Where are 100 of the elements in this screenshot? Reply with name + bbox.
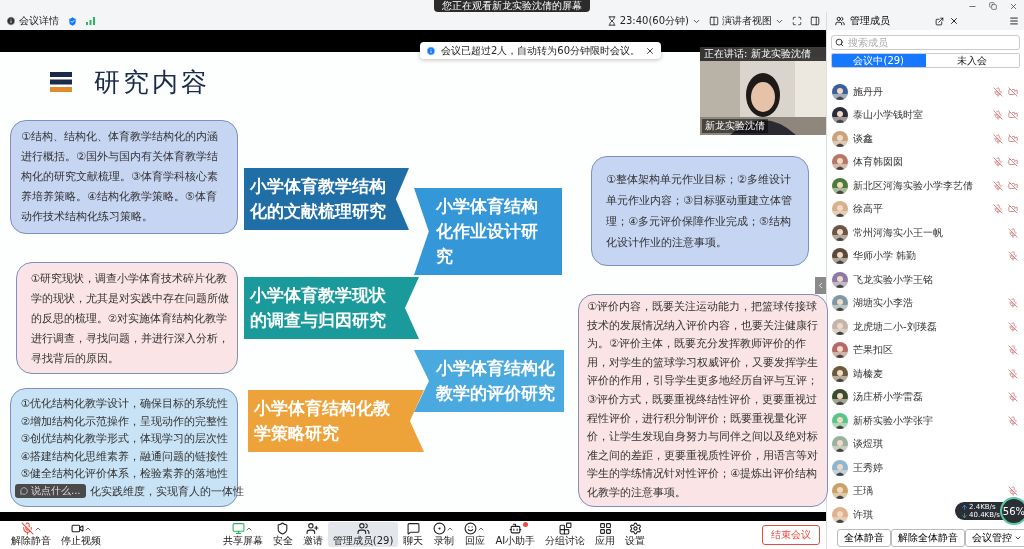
topic-banner: 小学体育教学结构化的文献梳理研究 <box>244 168 409 230</box>
layout-icon <box>709 16 719 26</box>
panel-button[interactable]: 解除全体静音 <box>891 529 965 547</box>
member-name: 泰山小学钱时室 <box>853 108 923 123</box>
speaker-name: 新龙实验沈倩 <box>702 119 768 133</box>
text-line: ③创优结构化教学形式，体现学习的层次性 <box>21 431 227 446</box>
mic-off-icon[interactable] <box>1008 321 1018 332</box>
mic-off-icon[interactable] <box>993 157 1003 168</box>
video-icon <box>70 522 84 535</box>
camera-off-icon[interactable] <box>1008 204 1018 215</box>
info-icon <box>6 16 16 26</box>
toolbar-button[interactable]: 聊天 <box>398 522 429 547</box>
camera-off-icon[interactable] <box>1008 86 1018 97</box>
member-name: 龙虎塘二小-刘瑛磊 <box>853 319 937 334</box>
toolbar-button[interactable]: 录制 <box>428 522 460 547</box>
robot-icon <box>508 522 522 535</box>
toolbar-button[interactable]: 应用 <box>590 522 621 547</box>
users-icon <box>356 522 370 535</box>
info-icon <box>426 45 436 56</box>
toolbar-button[interactable]: 解除静音 <box>6 522 56 547</box>
bars-icon <box>50 72 72 92</box>
record-icon <box>433 522 447 535</box>
chat-field[interactable]: 说点什么... <box>15 484 86 499</box>
fullscreen-icon[interactable] <box>792 16 802 26</box>
member-name: 新桥实验小学张宇 <box>853 413 933 428</box>
mic-off-icon[interactable] <box>993 110 1003 121</box>
camera-off-icon[interactable] <box>1008 110 1018 121</box>
toolbar-button[interactable]: 管理成员(29) <box>327 522 399 547</box>
text-box: ①整体架构单元作业目标；②多维设计单元作业内容；③目标驱动重建立体管理；④多元评价保障作业完成；⑤结构化设计作业的注意事项。 <box>591 156 809 266</box>
search-field[interactable]: 搜索成员 <box>831 35 1020 50</box>
text-box: ①评价内容，既要关注运动能力，把篮球传接球技术的发展情况纳入评价内容，也要关注健康行为。②评价主体，既要充分发挥教师评价的作用，对学生的篮球学习权威评价，又要发挥学生评价的作用，引导学生更多地经历自评与互评；③评价方式，既要重视终结性评价，更要重视过程性评价，进行积分制评价；既要重视量化评价，让学生发现自身努力与同伴之间以及绝对标准之间的差距，更要重视质性评价，用语言等对学生的学练情况针对性评价；④提炼出评价结构化教学的注意事项。 <box>578 294 828 507</box>
member-name: 靖榛麦 <box>853 366 883 381</box>
camera-off-icon[interactable] <box>1008 180 1018 191</box>
member-name: 汤庄桥小学雷磊 <box>853 390 923 405</box>
speaking-label: 正在讲话: 新龙实验沈倩 <box>700 47 826 61</box>
smiley-icon <box>464 522 478 535</box>
member-name: 新北区河海实验小学李艺倩 <box>853 178 973 193</box>
search-icon <box>835 38 844 47</box>
shield-icon[interactable] <box>67 15 78 27</box>
mic-off-icon[interactable] <box>1008 415 1018 426</box>
topic-banner: 小学体育结构化教学的评价研究 <box>414 350 564 412</box>
pop-out-icon[interactable] <box>935 16 944 26</box>
download-icon <box>961 511 968 519</box>
member-name: 许琪 <box>853 507 873 522</box>
camera-off-icon[interactable] <box>1008 133 1018 144</box>
settings-icon <box>628 522 642 535</box>
topic-banner: 小学体育结构化教学策略研究 <box>248 390 424 452</box>
camera-off-icon[interactable] <box>1008 157 1018 168</box>
member-name: 王秀婷 <box>853 460 883 475</box>
toolbar-button[interactable]: 停止视频 <box>56 522 106 547</box>
mic-off-icon[interactable] <box>1008 227 1018 238</box>
monitor-icon <box>232 522 246 535</box>
mic-off-icon[interactable] <box>1008 486 1018 497</box>
text-line: ①优化结构化教学设计，确保目标的系统性 <box>21 396 227 411</box>
mic-off-icon[interactable] <box>1008 368 1018 379</box>
mic-off-icon[interactable] <box>993 86 1003 97</box>
topic-banner: 小学体育教学现状的调查与归因研究 <box>244 277 419 339</box>
grid-icon <box>598 522 612 535</box>
video-tile[interactable]: 正在讲话: 新龙实验沈倩 新龙实验沈倩 <box>700 47 826 135</box>
restore-icon[interactable] <box>989 2 997 10</box>
meeting-info-button[interactable]: 会议详情 <box>6 14 59 28</box>
sidebar-icon[interactable] <box>810 16 820 26</box>
mic-off-icon[interactable] <box>1008 392 1018 403</box>
panel-button[interactable]: 会议管控 <box>965 529 1024 547</box>
panel-button[interactable]: 全体静音 <box>837 529 891 547</box>
toolbar-button[interactable]: 共享屏幕 <box>217 522 268 547</box>
hourglass-icon <box>606 16 617 26</box>
mic-off-icon[interactable] <box>993 133 1003 144</box>
toolbar-button[interactable]: AI小助手 <box>490 522 541 547</box>
mic-off-icon[interactable] <box>993 204 1003 215</box>
toolbar-button[interactable]: 邀请 <box>297 522 328 547</box>
mic-off-icon[interactable] <box>1008 251 1018 262</box>
menu-icon[interactable] <box>1009 16 1019 26</box>
mic-off-icon <box>20 522 34 535</box>
collapse-button[interactable] <box>815 277 826 294</box>
timer-button[interactable]: 23:40(60分钟) <box>606 14 701 28</box>
toolbar-button[interactable]: 设置 <box>620 522 651 547</box>
upload-icon <box>961 503 968 511</box>
toolbar-button[interactable]: 分组讨论 <box>540 522 591 547</box>
text-box: ①研究现状，调查小学体育技术碎片化教学的现状，尤其是对实践中存在问题所做的反思的梳理。②对实施体育结构化教学进行调查，寻找问题，并进行深入分析，寻找背后的原因。 <box>16 262 238 374</box>
member-name: 湖塘实小李浩 <box>853 296 913 311</box>
view-button[interactable]: 演讲者视图 <box>709 14 784 28</box>
toolbar-button[interactable]: 安全 <box>267 522 298 547</box>
tab[interactable]: 会议中(29) <box>832 54 926 67</box>
member-name: 芒果扣区 <box>853 343 893 358</box>
mic-off-icon[interactable] <box>1008 298 1018 309</box>
notice-text: 会议已超过2人，自动转为60分钟限时会议。 <box>441 43 641 58</box>
screen-share-notice: 您正在观看新龙实验沈倩的屏幕 <box>434 0 590 12</box>
shield-icon <box>276 522 290 535</box>
close-icon[interactable] <box>949 16 959 26</box>
toolbar-button[interactable]: 回应 <box>459 522 491 547</box>
end-meeting-button[interactable]: 结束会议 <box>762 525 820 545</box>
mic-off-icon[interactable] <box>1008 345 1018 356</box>
member-name: 谈鑫 <box>853 131 873 146</box>
mic-off-icon[interactable] <box>993 180 1003 191</box>
member-name: 施丹丹 <box>853 84 883 99</box>
close-icon[interactable] <box>645 45 656 56</box>
slide-title: 研究内容 <box>94 65 210 99</box>
blocks-icon <box>558 522 572 535</box>
text-line: ②增加结构化示范操作，呈现动作的完整性 <box>21 413 227 429</box>
